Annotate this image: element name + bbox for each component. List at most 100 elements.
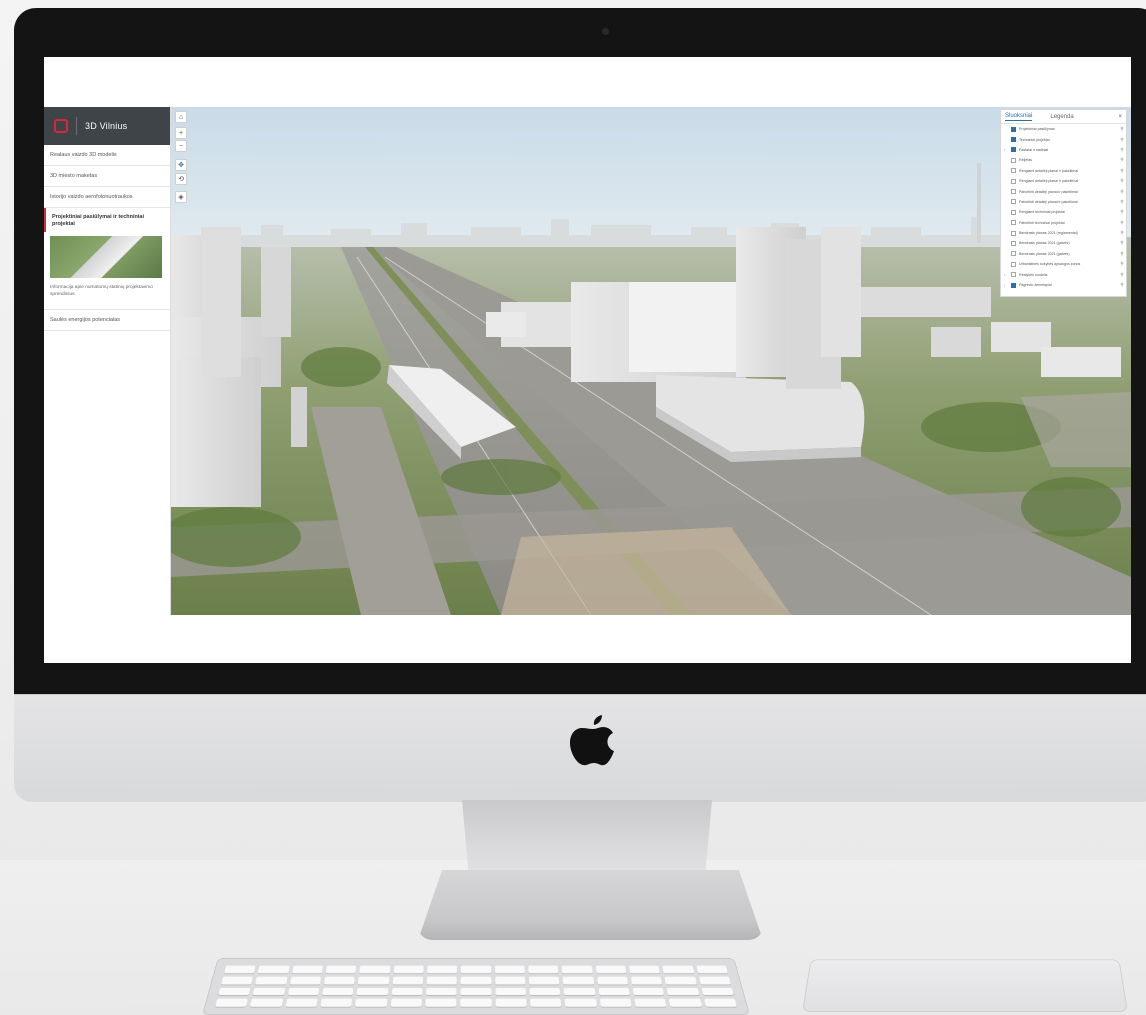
- layer-label: Patvirtinti techniniai projektai: [1019, 220, 1065, 225]
- keyboard-key: [563, 987, 596, 996]
- layer-label: Projektiniai pasiūlymai: [1019, 127, 1055, 132]
- project-thumbnail[interactable]: [50, 236, 162, 279]
- layer-checkbox[interactable]: [1011, 199, 1016, 205]
- vilnius-logo-icon[interactable]: [54, 119, 68, 133]
- zoom-in-icon[interactable]: +: [175, 127, 187, 139]
- layer-checkbox[interactable]: [1011, 126, 1016, 132]
- zoom-out-icon[interactable]: −: [175, 140, 187, 152]
- layer-row[interactable]: Urbanistinės kokybės apsaugos zonos ⚲: [1001, 259, 1126, 269]
- layer-row[interactable]: Techniniai projektai ⚲: [1001, 134, 1126, 144]
- zoom-to-layer-icon[interactable]: ⚲: [1118, 137, 1126, 143]
- keyboard-key: [696, 965, 728, 974]
- tab-legend[interactable]: Legenda: [1050, 114, 1073, 120]
- keyboard-key: [460, 976, 492, 985]
- layer-checkbox[interactable]: [1011, 178, 1016, 184]
- keyboard-key: [325, 965, 357, 974]
- expand-icon[interactable]: ›: [1004, 283, 1005, 288]
- layer-row[interactable]: Projektiniai pasiūlymai ⚲: [1001, 124, 1126, 134]
- close-icon[interactable]: ×: [1118, 114, 1122, 120]
- keyboard-key: [391, 987, 423, 996]
- keyboard-key: [698, 976, 731, 985]
- sidebar-item-solar-potential[interactable]: Saulės energijos potencialas: [44, 310, 170, 331]
- layer-label: Patvirtinti detalieji planai ir pakeitim…: [1019, 189, 1078, 194]
- trackpad: [802, 959, 1128, 1012]
- expand-icon[interactable]: ›: [1004, 272, 1005, 277]
- layer-checkbox[interactable]: [1011, 282, 1016, 288]
- zoom-to-layer-icon[interactable]: ⚲: [1118, 147, 1126, 153]
- layer-checkbox[interactable]: [1011, 209, 1016, 215]
- layer-row[interactable]: › Pastatai ir statiniai ⚲: [1001, 145, 1126, 155]
- layer-row[interactable]: Bendrasis planas 2021 (reglamentai) ⚲: [1001, 228, 1126, 238]
- keyboard-key: [425, 998, 457, 1007]
- keyboard-key: [630, 976, 663, 985]
- keyboard-key: [322, 987, 354, 996]
- layer-checkbox[interactable]: [1011, 272, 1016, 278]
- layer-row[interactable]: Rengiami detalieji planai ir pakeitimai ⚲: [1001, 166, 1126, 176]
- keyboard-key: [221, 976, 254, 985]
- pan-icon[interactable]: ✥: [175, 159, 187, 171]
- home-icon[interactable]: ⌂: [175, 111, 187, 123]
- layer-row[interactable]: Patvirtinti detalieji planai ir pakeitim…: [1001, 197, 1126, 207]
- layer-label: Pastatai ir statiniai: [1019, 147, 1049, 152]
- layer-checkbox[interactable]: [1011, 157, 1016, 163]
- sidebar-item-projects[interactable]: Projektiniai pasiūlymai ir techniniai pr…: [44, 208, 170, 233]
- zoom-to-layer-icon[interactable]: ⚲: [1118, 178, 1126, 184]
- 3d-map-view[interactable]: ⌂ + − ✥ ⟲ ◈ Sluoksniai Legenda × Projekt…: [171, 107, 1131, 615]
- header-divider: [76, 117, 77, 135]
- monitor-chin: [14, 694, 1146, 802]
- keyboard-key: [291, 965, 324, 974]
- layer-checkbox[interactable]: [1011, 261, 1016, 267]
- app-window: 3D Vilnius Realaus vaizdo 3D modelis 3D …: [44, 107, 1131, 615]
- rotate-icon[interactable]: ⟲: [175, 173, 187, 185]
- zoom-to-layer-icon[interactable]: ⚲: [1118, 230, 1126, 236]
- compass-icon[interactable]: ◈: [175, 191, 187, 203]
- zoom-to-layer-icon[interactable]: ⚲: [1118, 126, 1126, 132]
- zoom-to-layer-icon[interactable]: ⚲: [1118, 189, 1126, 195]
- layer-row[interactable]: Rengiami detalieji planai ir pakeitimai ⚲: [1001, 176, 1126, 186]
- layer-row[interactable]: Bendrasis planas 2021 (gatvės) ⚲: [1001, 249, 1126, 259]
- zoom-to-layer-icon[interactable]: ⚲: [1118, 209, 1126, 215]
- layer-row[interactable]: Bendrasis planas 2021 (gatvės) ⚲: [1001, 238, 1126, 248]
- zoom-to-layer-icon[interactable]: ⚲: [1118, 261, 1126, 267]
- layer-checkbox[interactable]: [1011, 240, 1016, 246]
- zoom-to-layer-icon[interactable]: ⚲: [1118, 199, 1126, 205]
- layer-label: Techniniai projektai: [1019, 137, 1050, 142]
- sidebar-item-city-mockup[interactable]: 3D miesto maketas: [44, 166, 170, 187]
- keyboard-key: [599, 998, 632, 1007]
- layer-checkbox[interactable]: [1011, 230, 1016, 236]
- keyboard-key: [564, 998, 597, 1007]
- keyboard-key: [495, 998, 527, 1007]
- sidebar-item-aerial-photos[interactable]: Istorijo vaizdo aerofotonuotraukos: [44, 187, 170, 208]
- layer-checkbox[interactable]: [1011, 189, 1016, 195]
- zoom-to-layer-icon[interactable]: ⚲: [1118, 220, 1126, 226]
- layer-row[interactable]: Patvirtinti detalieji planai ir pakeitim…: [1001, 186, 1126, 196]
- layer-row[interactable]: Rengiami techniniai projektai ⚲: [1001, 207, 1126, 217]
- layer-checkbox[interactable]: [1011, 147, 1016, 153]
- apple-logo-icon: [570, 715, 614, 766]
- layer-row[interactable]: Patvirtinti techniniai projektai ⚲: [1001, 218, 1126, 228]
- zoom-to-layer-icon[interactable]: ⚲: [1118, 251, 1126, 257]
- layer-checkbox[interactable]: [1011, 251, 1016, 257]
- zoom-to-layer-icon[interactable]: ⚲: [1118, 157, 1126, 163]
- keyboard-key: [494, 976, 526, 985]
- zoom-to-layer-icon[interactable]: ⚲: [1118, 282, 1126, 288]
- tab-layers[interactable]: Sluoksniai: [1005, 113, 1033, 121]
- expand-icon[interactable]: ›: [1004, 147, 1005, 152]
- layer-checkbox[interactable]: [1011, 220, 1016, 226]
- layer-row[interactable]: › Realybės modelis ⚲: [1001, 269, 1126, 279]
- keyboard-key: [595, 965, 627, 974]
- layer-row[interactable]: Reljefas ⚲: [1001, 155, 1126, 165]
- zoom-to-layer-icon[interactable]: ⚲: [1118, 168, 1126, 174]
- keyboard-key: [664, 976, 697, 985]
- keyboard-key: [426, 976, 458, 985]
- keyboard-key: [460, 965, 491, 974]
- sidebar-item-real-3d-model[interactable]: Realaus vaizdo 3D modelis: [44, 145, 170, 166]
- zoom-to-layer-icon[interactable]: ⚲: [1118, 240, 1126, 246]
- layer-checkbox[interactable]: [1011, 168, 1016, 174]
- keyboard-key: [596, 976, 629, 985]
- layer-row[interactable]: › Pagrindo žemėlapiai ⚲: [1001, 280, 1126, 290]
- zoom-to-layer-icon[interactable]: ⚲: [1118, 272, 1126, 278]
- layer-checkbox[interactable]: [1011, 137, 1016, 143]
- keyboard-key: [662, 965, 695, 974]
- layer-label: Bendrasis planas 2021 (reglamentai): [1019, 231, 1078, 236]
